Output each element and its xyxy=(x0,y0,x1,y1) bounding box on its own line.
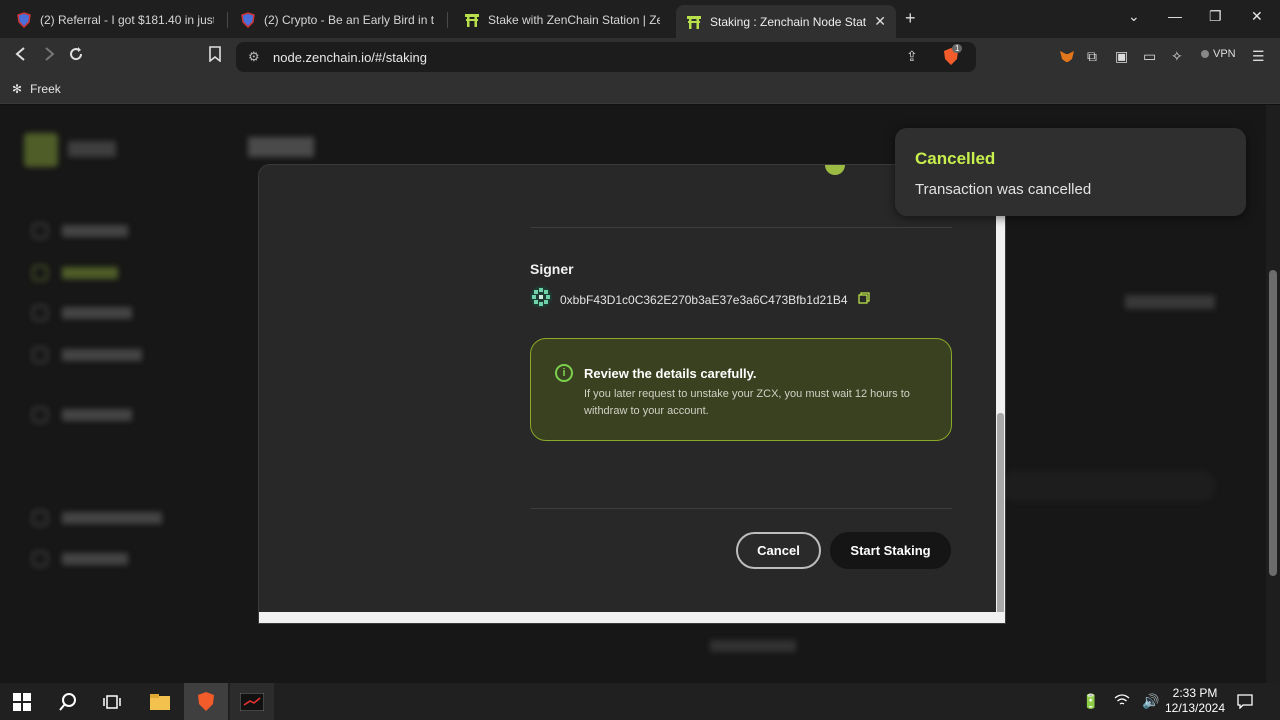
zenchain-logo xyxy=(24,133,58,167)
copy-icon[interactable] xyxy=(857,292,870,307)
close-window-button[interactable]: ✕ xyxy=(1251,8,1263,25)
wallet-icon[interactable]: ▭ xyxy=(1143,48,1156,65)
sidebar-item-validators xyxy=(32,305,132,321)
leo-ai-icon[interactable]: ✧ xyxy=(1171,48,1183,65)
sidebar-item-overview xyxy=(32,223,128,239)
notice-body: If you later request to unstake your ZCX… xyxy=(584,388,910,417)
page-scroll-thumb[interactable] xyxy=(1269,270,1277,576)
file-explorer-icon[interactable] xyxy=(138,683,182,720)
tab-strip: (2) Referral - I got $181.40 in just 2 .… xyxy=(0,0,1280,38)
bookmark-icon[interactable] xyxy=(208,46,222,67)
background-input-block xyxy=(1000,470,1216,502)
modal-vertical-scrollbar[interactable] xyxy=(996,213,1005,623)
wifi-icon[interactable] xyxy=(1114,693,1130,710)
browser-tab-crypto[interactable]: (2) Crypto - Be an Early Bird in this a.… xyxy=(230,6,444,34)
signer-row: 0xbbF43D1c0C362E270b3aE37e3a6C473Bfb1d21… xyxy=(530,286,870,313)
page-scrollbar[interactable] xyxy=(1266,105,1280,683)
sidebar-item-staking xyxy=(32,265,118,281)
metamask-extension-icon[interactable] xyxy=(1059,48,1075,67)
validators-icon xyxy=(32,305,48,321)
volume-icon[interactable]: 🔊 xyxy=(1142,693,1159,710)
notice-title: Review the details carefully. xyxy=(584,366,757,381)
modal-scroll-thumb[interactable] xyxy=(997,413,1004,623)
vpn-button[interactable]: VPN xyxy=(1201,48,1236,60)
shield-favicon-icon xyxy=(240,12,256,28)
forward-button[interactable] xyxy=(42,46,56,67)
menu-icon[interactable]: ☰ xyxy=(1252,48,1265,65)
back-button[interactable] xyxy=(14,46,28,67)
review-notice: i Review the details carefully. If you l… xyxy=(530,338,952,441)
start-staking-button[interactable]: Start Staking xyxy=(830,532,951,569)
modal-horizontal-scrollbar[interactable] xyxy=(259,612,1005,623)
signer-label: Signer xyxy=(530,261,574,277)
staking-icon xyxy=(32,265,48,281)
shields-badge: 1 xyxy=(952,44,963,53)
docs-icon xyxy=(32,510,48,526)
url-text[interactable]: node.zenchain.io/#/staking xyxy=(273,50,427,65)
clock-date: 12/13/2024 xyxy=(1164,701,1226,715)
toast-title: Cancelled xyxy=(915,149,996,168)
sidebar-item-docs xyxy=(32,510,162,526)
sidebar-icon[interactable]: ▣ xyxy=(1115,48,1128,65)
bookmark-favicon-icon: ✻ xyxy=(12,82,23,96)
start-button[interactable] xyxy=(0,683,44,720)
background-footer-block xyxy=(710,640,796,652)
bookmarks-bar: ✻ Freek xyxy=(0,76,1280,104)
bookmark-item-freek[interactable]: ✻ Freek xyxy=(12,82,61,96)
signer-address: 0xbbF43D1c0C362E270b3aE37e3a6C473Bfb1d21… xyxy=(560,292,848,307)
task-view-icon[interactable] xyxy=(90,683,134,720)
new-tab-button[interactable]: + xyxy=(905,8,916,29)
calendar-icon xyxy=(32,551,48,567)
shield-favicon-icon xyxy=(16,12,32,28)
community-icon xyxy=(32,347,48,363)
tab-separator xyxy=(227,12,228,28)
notification-icon[interactable] xyxy=(1237,693,1253,712)
browser-tab-referral[interactable]: (2) Referral - I got $181.40 in just 2 .… xyxy=(6,6,224,34)
torii-favicon-icon xyxy=(464,12,480,28)
nodes-icon xyxy=(32,407,48,423)
browser-tab-staking-active[interactable]: Staking : Zenchain Node Station ✕ xyxy=(676,5,896,38)
logo-text-block xyxy=(68,141,116,157)
clock-time: 2:33 PM xyxy=(1172,686,1218,700)
system-clock[interactable]: 2:33 PM 12/13/2024 xyxy=(1162,686,1228,716)
info-icon: i xyxy=(555,364,573,382)
minimize-button[interactable]: — xyxy=(1168,8,1182,24)
token-icon xyxy=(825,165,845,175)
torii-favicon-icon xyxy=(686,14,702,30)
search-icon[interactable] xyxy=(46,683,90,720)
sidebar-item-calendar xyxy=(32,551,128,567)
cancelled-toast: Cancelled Transaction was cancelled xyxy=(895,128,1246,216)
background-stat-block xyxy=(1125,295,1215,309)
restore-button[interactable]: ❐ xyxy=(1209,8,1222,25)
extensions-icon[interactable]: ⧉ xyxy=(1087,48,1097,65)
site-settings-icon[interactable]: ⚙ xyxy=(248,49,260,65)
sidebar-item-my-nodes xyxy=(32,407,132,423)
windows-taskbar: 🔋 🔊 2:33 PM 12/13/2024 xyxy=(0,683,1280,720)
page-heading-block xyxy=(248,137,314,157)
app-taskbar-icon[interactable] xyxy=(230,683,274,720)
browser-tab-stake-zenchain[interactable]: Stake with ZenChain Station | ZenCh... xyxy=(454,6,670,34)
overview-icon xyxy=(32,223,48,239)
tab-search-chevron-icon[interactable]: ⌄ xyxy=(1128,8,1140,25)
vpn-status-icon xyxy=(1201,50,1209,58)
modal-divider-top xyxy=(531,227,952,228)
brave-taskbar-icon[interactable] xyxy=(184,683,228,720)
modal-divider-bottom xyxy=(531,508,952,509)
sidebar-item-community xyxy=(32,347,142,363)
cancel-button[interactable]: Cancel xyxy=(736,532,821,569)
toast-message: Transaction was cancelled xyxy=(915,181,1092,198)
address-bar[interactable]: ⚙ node.zenchain.io/#/staking ⇪ 1 xyxy=(236,42,976,72)
identicon-avatar xyxy=(530,286,552,313)
share-icon[interactable]: ⇪ xyxy=(906,48,918,65)
tab-separator xyxy=(447,12,448,28)
battery-icon[interactable]: 🔋 xyxy=(1082,693,1099,710)
browser-toolbar: ⚙ node.zenchain.io/#/staking ⇪ 1 ⧉ ▣ ▭ ✧… xyxy=(0,38,1280,76)
staking-confirmation-modal: Signer 0xbbF43D1c0C362E270b3aE37e3a6C473… xyxy=(258,164,1006,624)
close-tab-icon[interactable]: ✕ xyxy=(874,13,886,30)
reload-button[interactable] xyxy=(68,46,84,67)
